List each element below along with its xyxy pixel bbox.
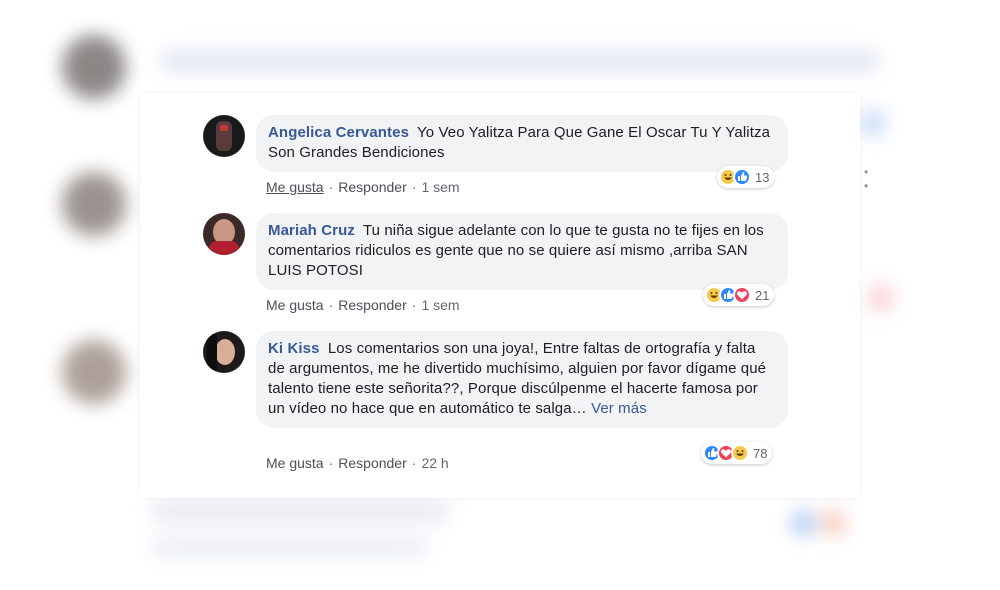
background-avatar bbox=[62, 172, 126, 236]
comment-item: Mariah Cruz Tu niña sigue adelante con l… bbox=[203, 213, 804, 323]
like-button[interactable]: Me gusta bbox=[266, 179, 324, 195]
reply-button[interactable]: Responder bbox=[338, 297, 407, 313]
comment-author[interactable]: Mariah Cruz bbox=[268, 222, 355, 239]
background-avatar bbox=[62, 35, 126, 99]
comment-bubble: Ki Kiss Los comentarios son una joya!, E… bbox=[256, 331, 788, 428]
comment-author[interactable]: Ki Kiss bbox=[268, 340, 320, 357]
background-avatar bbox=[62, 340, 126, 404]
reaction-count: 13 bbox=[755, 169, 770, 185]
haha-icon bbox=[731, 444, 749, 462]
background-text-bar bbox=[160, 50, 880, 72]
avatar[interactable] bbox=[203, 331, 245, 373]
reaction-summary[interactable]: 13 bbox=[717, 166, 775, 188]
like-button[interactable]: Me gusta bbox=[266, 297, 324, 313]
see-more-link[interactable]: Ver más bbox=[591, 400, 647, 417]
timestamp[interactable]: 1 sem bbox=[421, 179, 459, 195]
comment-actions: Me gusta · Responder · 1 sem bbox=[266, 297, 460, 313]
background-reaction bbox=[790, 510, 816, 536]
comment-actions: Me gusta · Responder · 22 h bbox=[266, 455, 449, 471]
reaction-summary[interactable]: 21 bbox=[703, 284, 775, 306]
reaction-summary[interactable]: 78 bbox=[701, 442, 773, 464]
comment-bubble: Mariah Cruz Tu niña sigue adelante con l… bbox=[256, 213, 788, 290]
love-icon bbox=[733, 286, 751, 304]
like-icon bbox=[733, 168, 751, 186]
comment-actions: Me gusta · Responder · 1 sem bbox=[266, 179, 460, 195]
reply-button[interactable]: Responder bbox=[338, 455, 407, 471]
timestamp[interactable]: 1 sem bbox=[421, 297, 459, 313]
avatar[interactable] bbox=[203, 115, 245, 157]
timestamp[interactable]: 22 h bbox=[421, 455, 448, 471]
reply-button[interactable]: Responder bbox=[338, 179, 407, 195]
comments-card: Angelica Cervantes Yo Veo Yalitza Para Q… bbox=[140, 93, 868, 498]
reaction-count: 78 bbox=[753, 445, 768, 461]
reaction-count: 21 bbox=[755, 287, 770, 303]
comment-author[interactable]: Angelica Cervantes bbox=[268, 124, 409, 141]
background-reaction bbox=[860, 110, 886, 136]
background-reaction bbox=[868, 285, 894, 311]
comment-item: Ki Kiss Los comentarios son una joya!, E… bbox=[203, 331, 804, 476]
comment-text: Los comentarios son una joya!, Entre fal… bbox=[268, 340, 767, 417]
more-options-icon[interactable]: • • bbox=[864, 165, 869, 193]
background-reaction bbox=[820, 510, 846, 536]
background-text-bar bbox=[150, 500, 450, 522]
avatar[interactable] bbox=[203, 213, 245, 255]
comment-bubble: Angelica Cervantes Yo Veo Yalitza Para Q… bbox=[256, 115, 788, 172]
background-text-bar bbox=[150, 535, 430, 557]
comment-item: Angelica Cervantes Yo Veo Yalitza Para Q… bbox=[203, 115, 868, 205]
like-button[interactable]: Me gusta bbox=[266, 455, 324, 471]
